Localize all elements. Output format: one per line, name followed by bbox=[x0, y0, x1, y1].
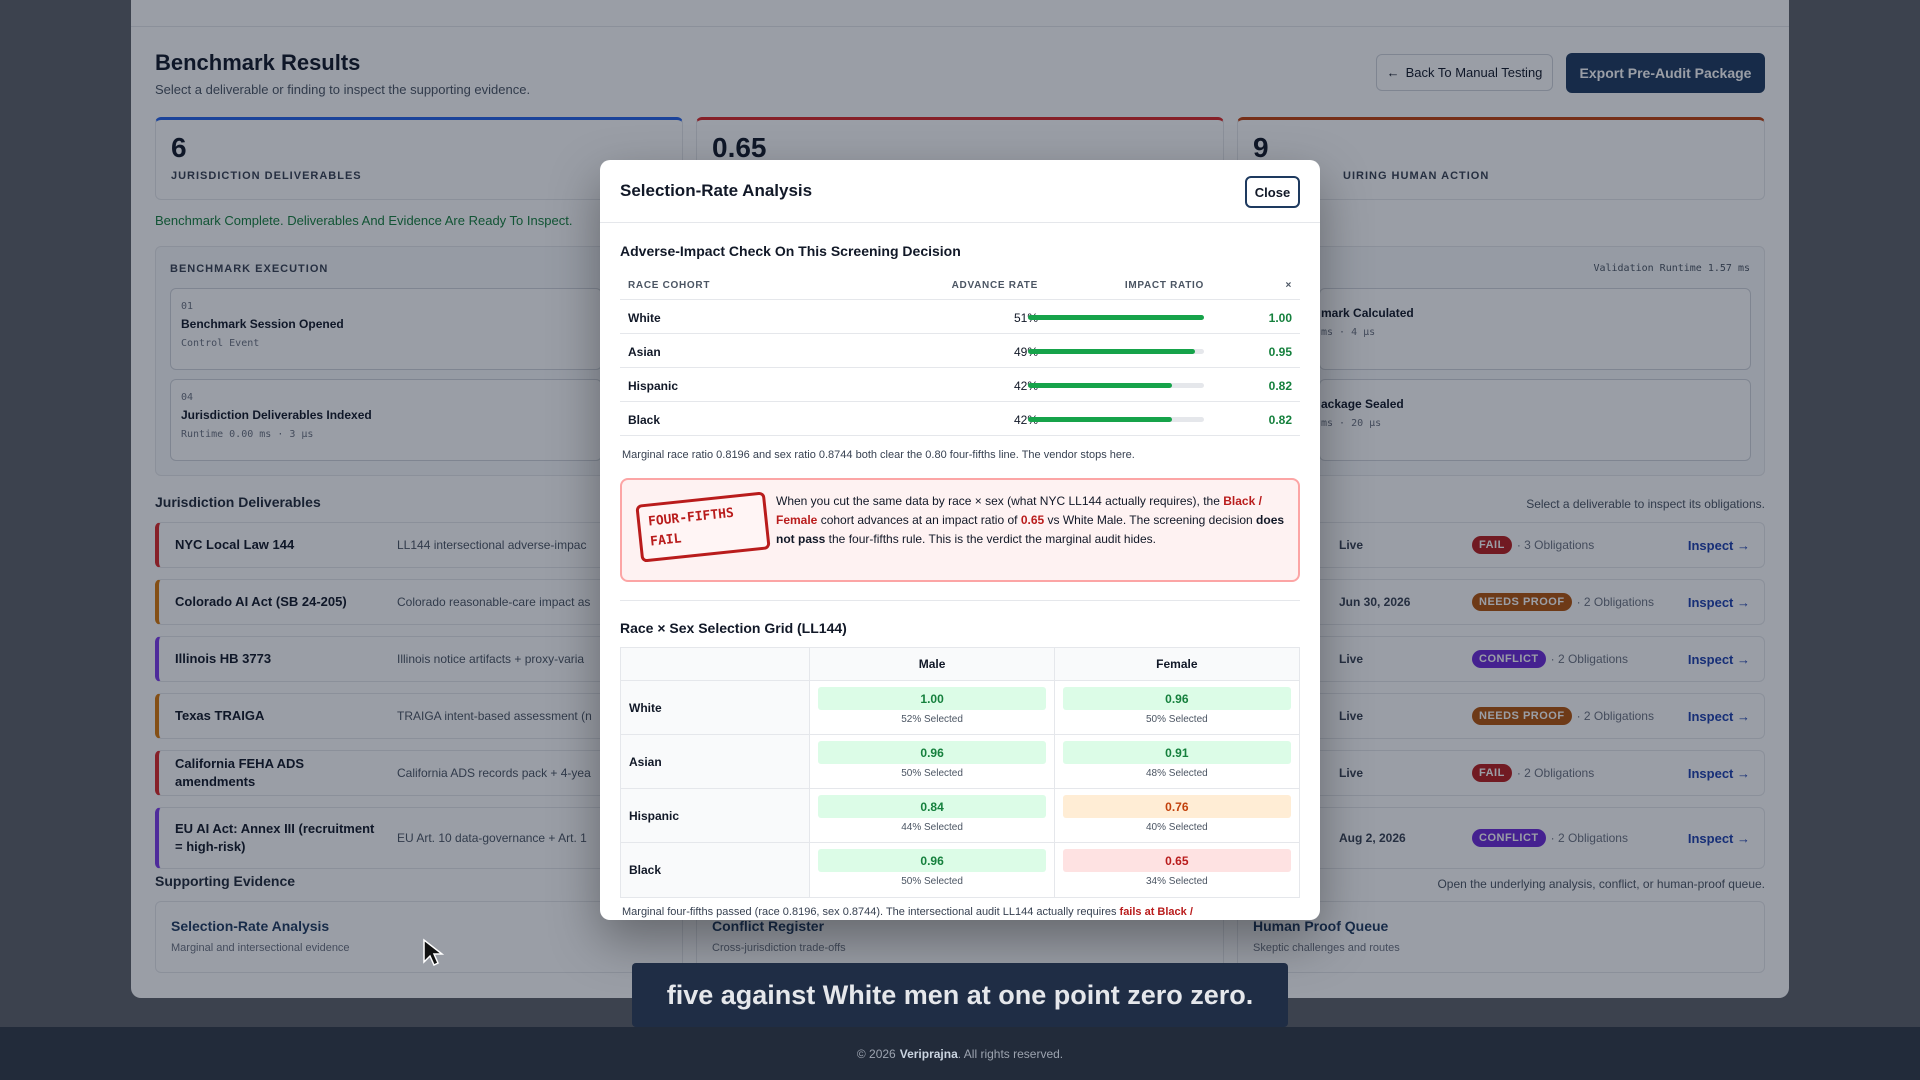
impact-bar-fill bbox=[1028, 417, 1173, 422]
grid-cell-ratio: 0.96 bbox=[818, 741, 1046, 764]
grid-cell: 0.96 50% Selected bbox=[810, 843, 1055, 897]
modal-header: Selection-Rate Analysis Close bbox=[600, 160, 1320, 223]
verdict-text: When you cut the same data by race × sex… bbox=[776, 492, 1288, 550]
impact-bar-track bbox=[1028, 349, 1204, 354]
footer-brand: Veriprajna bbox=[899, 1046, 958, 1061]
verdict-text-part: cohort advances at an impact ratio of bbox=[817, 513, 1021, 528]
grid-cell: 0.84 44% Selected bbox=[810, 789, 1055, 842]
grid-cell: 0.76 40% Selected bbox=[1055, 789, 1299, 842]
grid-cell-ratio: 0.84 bbox=[818, 795, 1046, 818]
verdict-text-part: vs White Male. The screening decision bbox=[1044, 513, 1257, 528]
impact-row: White 51% 1.00 bbox=[620, 300, 1300, 334]
footer: © 2026 Veriprajna. All rights reserved. bbox=[0, 1027, 1920, 1080]
grid-cell-selected: 48% Selected bbox=[1146, 768, 1208, 779]
cohort-name: White bbox=[628, 311, 661, 325]
cohort-name: Asian bbox=[628, 345, 661, 359]
grid-cell: 0.96 50% Selected bbox=[810, 735, 1055, 788]
intersectional-note-fail: fails at Black / bbox=[1119, 906, 1193, 918]
grid-cell-ratio: 0.76 bbox=[1062, 795, 1291, 818]
impact-bar-track bbox=[1028, 315, 1204, 320]
grid-cell-selected: 34% Selected bbox=[1146, 876, 1208, 887]
grid-race-label: Hispanic bbox=[621, 789, 811, 842]
footer-copyright: © 2026 bbox=[856, 1046, 896, 1061]
modal-divider bbox=[620, 600, 1300, 601]
grid-cell-selected: 52% Selected bbox=[901, 714, 963, 725]
grid-cell-selected: 50% Selected bbox=[1146, 714, 1208, 725]
grid-cell-selected: 44% Selected bbox=[901, 822, 963, 833]
grid-col-male: Male bbox=[810, 648, 1055, 680]
impact-bar-track bbox=[1028, 417, 1204, 422]
grid-row: White 1.00 52% Selected 0.96 50% Selected bbox=[621, 681, 1299, 735]
narration-caption: five against White men at one point zero… bbox=[632, 963, 1288, 1027]
grid-row: Black 0.96 50% Selected 0.65 34% Selected bbox=[621, 843, 1299, 897]
grid-cell-ratio: 0.91 bbox=[1062, 741, 1291, 764]
verdict-text-part: the four-fifths rule. This is the verdic… bbox=[825, 532, 1156, 547]
col-impact-ratio: IMPACT RATIO bbox=[1124, 280, 1204, 291]
impact-row: Black 42% 0.82 bbox=[620, 402, 1300, 436]
selection-rate-modal: Selection-Rate Analysis Close Adverse-Im… bbox=[600, 160, 1320, 920]
impact-bar-fill bbox=[1028, 383, 1173, 388]
marginal-note: Marginal race ratio 0.8196 and sex ratio… bbox=[622, 449, 1135, 461]
close-button[interactable]: Close bbox=[1245, 176, 1300, 208]
grid-race-label: White bbox=[621, 681, 811, 734]
impact-ratio: 0.95 bbox=[1268, 345, 1292, 359]
grid-race-label: Black bbox=[621, 843, 811, 897]
selection-grid-title: Race × Sex Selection Grid (LL144) bbox=[620, 620, 847, 636]
race-sex-grid: Male Female White 1.00 52% Selected 0.96 50%… bbox=[620, 647, 1300, 898]
verdict-box: FOUR-FIFTHS FAIL When you cut the same d… bbox=[620, 478, 1300, 582]
mouse-cursor-icon bbox=[423, 938, 445, 967]
impact-table-header: RACE COHORT ADVANCE RATE IMPACT RATIO × bbox=[620, 270, 1300, 300]
grid-cell-ratio: 0.65 bbox=[1062, 849, 1291, 872]
impact-ratio: 0.82 bbox=[1268, 413, 1292, 427]
col-advance-rate: ADVANCE RATE bbox=[951, 280, 1038, 291]
grid-cell-ratio: 0.96 bbox=[1062, 687, 1291, 710]
modal-title: Selection-Rate Analysis bbox=[620, 181, 813, 200]
grid-cell-selected: 50% Selected bbox=[901, 876, 963, 887]
grid-col-female: Female bbox=[1156, 657, 1198, 671]
col-x: × bbox=[1285, 280, 1292, 291]
verdict-text-part: When you cut the same data by race × sex… bbox=[776, 494, 1224, 508]
impact-bar-fill bbox=[1028, 315, 1204, 320]
grid-row: Hispanic 0.84 44% Selected 0.76 40% Selected bbox=[621, 789, 1299, 843]
impact-ratio: 1.00 bbox=[1268, 311, 1292, 325]
impact-check-title: Adverse-Impact Check On This Screening D… bbox=[620, 243, 961, 259]
intersectional-note-text: Marginal four-fifths passed (race 0.8196… bbox=[622, 906, 1120, 918]
grid-row: Asian 0.96 50% Selected 0.91 48% Selected bbox=[621, 735, 1299, 789]
cohort-name: Hispanic bbox=[628, 379, 679, 393]
impact-bar-track bbox=[1028, 383, 1204, 388]
grid-cell-selected: 40% Selected bbox=[1146, 822, 1208, 833]
grid-cell: 0.91 48% Selected bbox=[1055, 735, 1299, 788]
verdict-ratio: 0.65 bbox=[1020, 513, 1045, 528]
grid-cell-ratio: 0.96 bbox=[818, 849, 1046, 872]
grid-cell-selected: 50% Selected bbox=[901, 768, 963, 779]
four-fifths-fail-stamp: FOUR-FIFTHS FAIL bbox=[635, 491, 771, 563]
grid-race-label: Asian bbox=[621, 735, 811, 788]
grid-cell-ratio: 1.00 bbox=[818, 687, 1046, 710]
intersectional-note: Marginal four-fifths passed (race 0.8196… bbox=[622, 906, 1193, 918]
grid-cell: 1.00 52% Selected bbox=[810, 681, 1055, 734]
impact-table: RACE COHORT ADVANCE RATE IMPACT RATIO × … bbox=[620, 270, 1300, 436]
impact-bar-fill bbox=[1028, 349, 1196, 354]
impact-row: Hispanic 42% 0.82 bbox=[620, 368, 1300, 402]
impact-row: Asian 49% 0.95 bbox=[620, 334, 1300, 368]
footer-rights: . All rights reserved. bbox=[957, 1046, 1064, 1061]
grid-cell: 0.96 50% Selected bbox=[1055, 681, 1299, 734]
grid-cell: 0.65 34% Selected bbox=[1055, 843, 1299, 897]
grid-header-row: Male Female bbox=[621, 648, 1299, 681]
impact-ratio: 0.82 bbox=[1268, 379, 1292, 393]
grid-corner bbox=[621, 648, 811, 680]
cohort-name: Black bbox=[628, 413, 661, 427]
col-race-cohort: RACE COHORT bbox=[628, 280, 711, 291]
